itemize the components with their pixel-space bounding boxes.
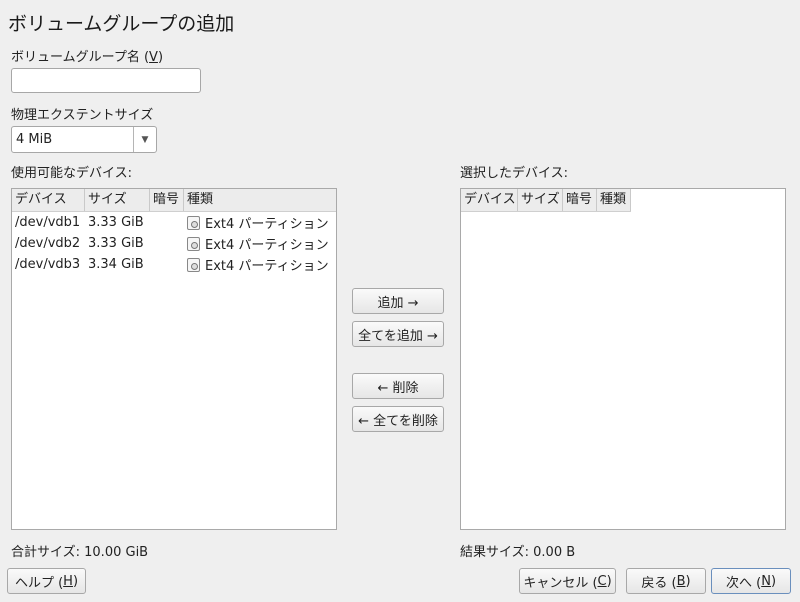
available-devices-rows: /dev/vdb1 3.33 GiB Ext4 パーティション/dev/vdb2 3.… <box>12 212 336 275</box>
add-all-button[interactable]: 全てを追加 → <box>352 321 444 347</box>
size-cell: 3.33 GiB <box>88 215 144 230</box>
available-devices-table[interactable]: デバイス サイズ 暗号 種類 /dev/vdb1 3.33 GiB Ext4 パーテ… <box>11 188 337 530</box>
col-device[interactable]: デバイス <box>461 189 518 211</box>
table-row[interactable]: /dev/vdb2 3.33 GiB Ext4 パーティション <box>12 233 336 254</box>
type-cell: Ext4 パーティション <box>184 234 336 253</box>
available-table-header: デバイス サイズ 暗号 種類 <box>12 189 336 212</box>
size-cell: 3.34 GiB <box>88 257 144 272</box>
vg-name-input[interactable] <box>11 68 201 93</box>
device-cell: /dev/vdb3 <box>15 257 81 272</box>
col-device[interactable]: デバイス <box>12 189 85 211</box>
col-size[interactable]: サイズ <box>518 189 563 211</box>
type-text: Ext4 パーティション <box>205 259 329 274</box>
type-cell: Ext4 パーティション <box>184 255 336 274</box>
help-button[interactable]: ヘルプ (H) <box>7 568 86 594</box>
total-size-label: 合計サイズ: <box>11 545 80 560</box>
col-type[interactable]: 種類 <box>597 189 631 211</box>
selected-devices-table[interactable]: デバイス サイズ 暗号 種類 <box>460 188 786 530</box>
available-devices-label: 使用可能なデバイス: <box>11 166 132 181</box>
type-text: Ext4 パーティション <box>205 217 329 232</box>
col-encrypted[interactable]: 暗号 <box>563 189 597 211</box>
type-cell: Ext4 パーティション <box>184 213 336 232</box>
result-size: 結果サイズ: 0.00 B <box>460 541 575 560</box>
next-button[interactable]: 次へ (N) <box>711 568 791 594</box>
partition-icon <box>187 236 200 251</box>
result-size-value: 0.00 B <box>533 545 576 560</box>
result-size-label: 結果サイズ: <box>460 545 529 560</box>
col-size[interactable]: サイズ <box>85 189 150 211</box>
add-button[interactable]: 追加 → <box>352 288 444 314</box>
selected-table-header: デバイス サイズ 暗号 種類 <box>461 189 631 212</box>
partition-icon <box>187 215 200 230</box>
dialog-title: ボリュームグループの追加 <box>8 13 235 35</box>
partition-icon <box>187 257 200 272</box>
col-encrypted[interactable]: 暗号 <box>150 189 184 211</box>
back-button[interactable]: 戻る (B) <box>626 568 706 594</box>
vg-name-label: ボリュームグループ名 (V) <box>11 50 164 65</box>
extent-size-value: 4 MiB <box>16 132 53 147</box>
selected-devices-label: 選択したデバイス: <box>460 166 568 181</box>
table-row[interactable]: /dev/vdb3 3.34 GiB Ext4 パーティション <box>12 254 336 275</box>
extent-size-combo[interactable]: 4 MiB ▼ <box>11 126 157 153</box>
device-cell: /dev/vdb1 <box>15 215 81 230</box>
remove-all-button[interactable]: ← 全てを削除 <box>352 406 444 432</box>
size-cell: 3.33 GiB <box>88 236 144 251</box>
col-type[interactable]: 種類 <box>184 189 336 211</box>
extent-size-label: 物理エクステントサイズ <box>11 108 154 123</box>
total-size-value: 10.00 GiB <box>84 545 149 560</box>
cancel-button[interactable]: キャンセル (C) <box>519 568 616 594</box>
remove-button[interactable]: ← 削除 <box>352 373 444 399</box>
table-row[interactable]: /dev/vdb1 3.33 GiB Ext4 パーティション <box>12 212 336 233</box>
total-size: 合計サイズ: 10.00 GiB <box>11 541 148 560</box>
chevron-down-icon[interactable]: ▼ <box>133 127 156 152</box>
type-text: Ext4 パーティション <box>205 238 329 253</box>
device-cell: /dev/vdb2 <box>15 236 81 251</box>
